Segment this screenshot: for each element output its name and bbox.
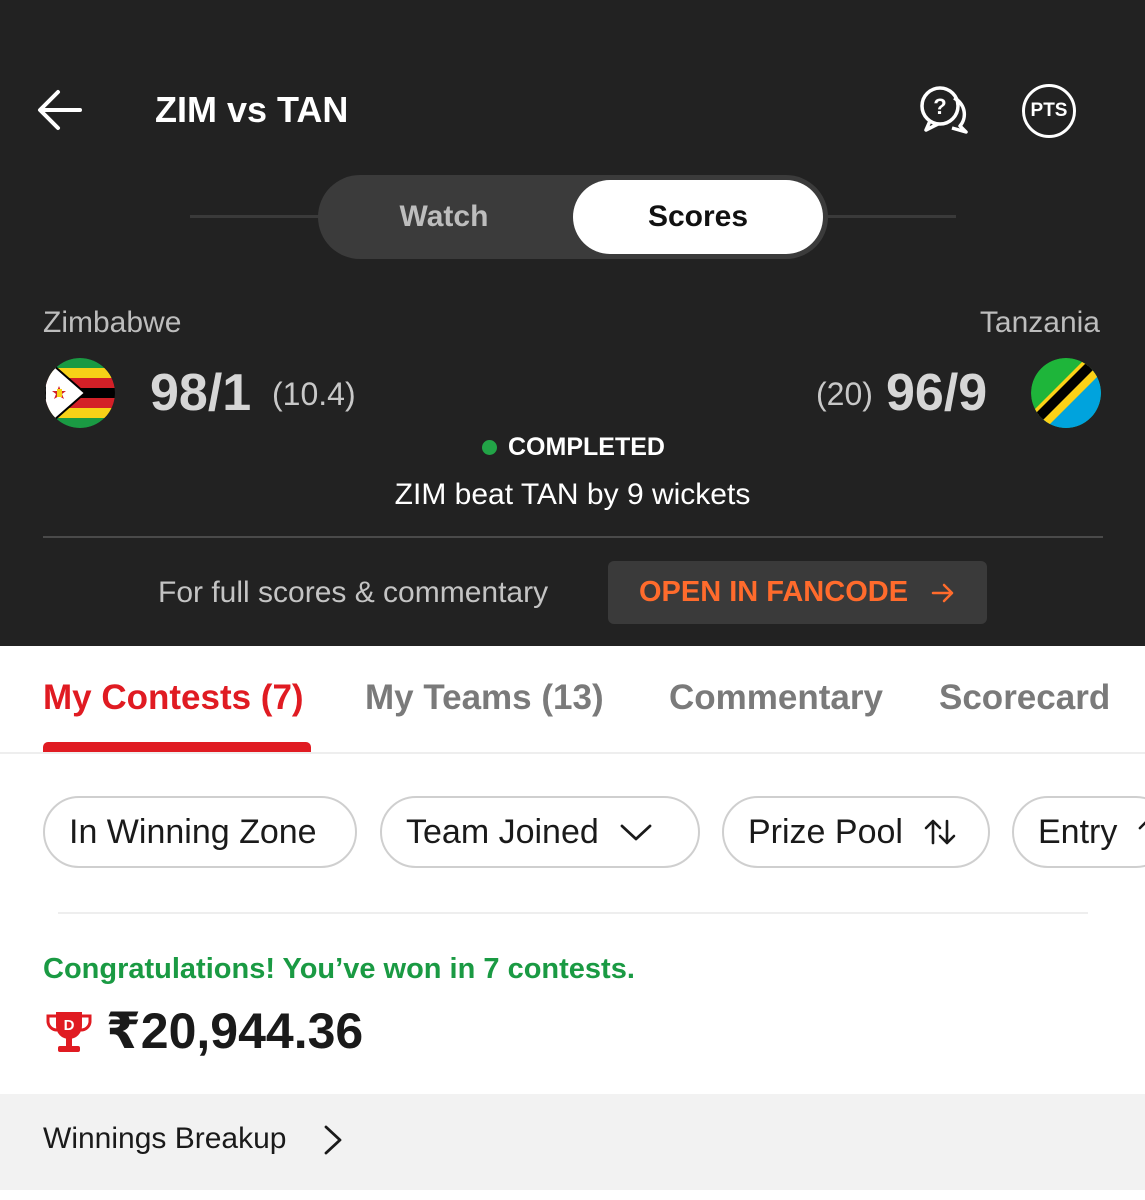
svg-text:D: D: [64, 1017, 75, 1034]
status-dot-icon: [482, 439, 497, 455]
pts-label: PTS: [1030, 100, 1068, 121]
match-status: COMPLETED: [482, 432, 665, 462]
filter-team-joined[interactable]: Team Joined: [380, 796, 700, 868]
chevron-right-icon[interactable]: [320, 1124, 346, 1156]
team2-score: 96/9: [886, 364, 988, 422]
team2-overs: (20): [816, 376, 873, 412]
filter-label: In Winning Zone: [69, 812, 317, 851]
winnings-message: Congratulations! You’ve won in 7 contest…: [43, 953, 635, 985]
watch-scores-toggle: Watch Scores: [318, 175, 828, 259]
zimbabwe-flag-icon: [45, 358, 115, 428]
toggle-divider-left: [190, 215, 320, 218]
fancode-prompt: For full scores & commentary: [158, 576, 549, 609]
back-arrow-icon[interactable]: [34, 84, 86, 136]
match-title: ZIM vs TAN: [155, 89, 349, 130]
sort-icon: [924, 819, 956, 845]
help-chat-icon[interactable]: ?: [916, 84, 972, 136]
filter-label: Team Joined: [406, 812, 599, 851]
tab-my-teams[interactable]: My Teams (13): [365, 676, 604, 720]
filter-label: Prize Pool: [748, 812, 903, 851]
team1-name: Zimbabwe: [43, 306, 182, 339]
match-result: ZIM beat TAN by 9 wickets: [394, 478, 751, 511]
points-system-button[interactable]: PTS: [1022, 84, 1076, 138]
filter-entry[interactable]: Entry: [1012, 796, 1145, 868]
filter-label: Entry: [1038, 812, 1118, 851]
active-tab-indicator: [43, 742, 311, 752]
toggle-watch[interactable]: Watch: [318, 175, 570, 259]
filter-prize-pool[interactable]: Prize Pool: [722, 796, 990, 868]
filter-in-winning-zone[interactable]: In Winning Zone: [43, 796, 357, 868]
section-divider: [58, 912, 1088, 914]
status-label: COMPLETED: [508, 433, 665, 461]
trophy-icon: D: [46, 1012, 92, 1052]
winnings-breakup-label[interactable]: Winnings Breakup: [43, 1120, 286, 1158]
arrow-right-icon: [931, 583, 954, 602]
team2-name: Tanzania: [979, 306, 1100, 339]
tanzania-flag-icon: [1031, 358, 1101, 428]
contest-tabs: My Contests (7) My Teams (13) Commentary…: [0, 646, 1145, 754]
open-in-fancode-button[interactable]: OPEN IN FANCODE: [608, 561, 987, 624]
toggle-divider-right: [826, 215, 956, 218]
svg-text:?: ?: [933, 94, 946, 119]
team1-score: 98/1: [150, 364, 252, 422]
sort-icon: [1138, 821, 1145, 830]
team1-overs: (10.4): [272, 376, 356, 412]
match-header: ZIM vs TAN ? PTS Watch Scores Zimbabwe T…: [0, 0, 1145, 646]
tab-scorecard[interactable]: Scorecard: [939, 676, 1110, 720]
divider: [43, 536, 1103, 538]
toggle-scores[interactable]: Scores: [573, 180, 823, 254]
chevron-down-icon: [620, 824, 652, 841]
tab-my-contests[interactable]: My Contests (7): [43, 676, 304, 720]
tab-commentary[interactable]: Commentary: [669, 676, 883, 720]
winnings-amount: ₹20,944.36: [106, 1003, 364, 1059]
open-in-fancode-label: OPEN IN FANCODE: [638, 576, 909, 608]
